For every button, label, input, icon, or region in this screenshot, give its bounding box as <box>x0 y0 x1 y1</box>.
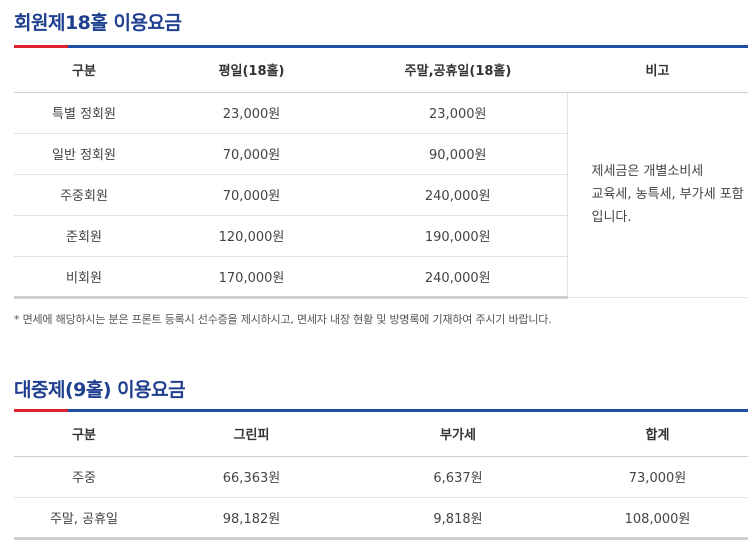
header-total: 합계 <box>567 412 748 457</box>
header-weekday: 평일(18홀) <box>154 48 349 93</box>
cell-weekend: 190,000원 <box>349 215 567 257</box>
cell-vat: 9,818원 <box>349 497 567 540</box>
cell-category: 준회원 <box>14 215 154 257</box>
header-green-fee: 그린피 <box>154 412 349 457</box>
cell-weekend: 240,000원 <box>349 256 567 299</box>
public-fee-title: 대중제(9홀) 이용요금 <box>14 379 186 401</box>
table-row: 주중 66,363원 6,637원 73,000원 <box>14 456 748 498</box>
remarks-line: 입니다. <box>591 210 632 225</box>
cell-vat: 6,637원 <box>349 456 567 498</box>
public-fee-table: 구분 그린피 부가세 합계 주중 66,363원 6,637원 73,000원 … <box>14 412 748 540</box>
cell-weekday: 70,000원 <box>154 133 349 175</box>
cell-category: 특별 정회원 <box>14 92 154 134</box>
cell-category: 주중 <box>14 456 154 498</box>
remarks-line: 교육세, 농특세, 부가세 포함 <box>591 187 744 202</box>
member-fee-title: 회원제18홀 이용요금 <box>14 12 182 34</box>
cell-total: 73,000원 <box>567 456 748 498</box>
header-weekend: 주말,공휴일(18홀) <box>349 48 567 93</box>
header-category: 구분 <box>14 48 154 93</box>
cell-total: 108,000원 <box>567 497 748 540</box>
cell-weekend: 23,000원 <box>349 92 567 134</box>
cell-weekday: 170,000원 <box>154 256 349 299</box>
cell-category: 주중회원 <box>14 174 154 216</box>
cell-category: 주말, 공휴일 <box>14 497 154 540</box>
cell-weekend: 90,000원 <box>349 133 567 175</box>
cell-weekday: 120,000원 <box>154 215 349 257</box>
remarks-cell: 제세금은 개별소비세 교육세, 농특세, 부가세 포함 입니다. <box>566 92 748 298</box>
member-fee-table: 구분 평일(18홀) 주말,공휴일(18홀) 비고 특별 정회원 23,000원… <box>14 48 748 299</box>
cell-weekend: 240,000원 <box>349 174 567 216</box>
header-remarks: 비고 <box>567 48 748 93</box>
exemption-footnote: * 면세에 해당하시는 분은 프론트 등록시 선수증을 제시하시고, 면세자 내… <box>14 313 552 326</box>
header-vat: 부가세 <box>349 412 567 457</box>
table-row: 주말, 공휴일 98,182원 9,818원 108,000원 <box>14 497 748 540</box>
table-row: 특별 정회원 23,000원 23,000원 제세금은 개별소비세 교육세, 농… <box>14 92 748 298</box>
cell-category: 일반 정회원 <box>14 133 154 175</box>
member-fee-header-row: 구분 평일(18홀) 주말,공휴일(18홀) 비고 <box>14 48 748 93</box>
cell-weekday: 23,000원 <box>154 92 349 134</box>
cell-weekday: 70,000원 <box>154 174 349 216</box>
header-category: 구분 <box>14 412 154 457</box>
cell-category: 비회원 <box>14 256 154 299</box>
public-fee-header-row: 구분 그린피 부가세 합계 <box>14 412 748 457</box>
remarks-line: 제세금은 개별소비세 <box>591 164 704 179</box>
cell-green-fee: 66,363원 <box>154 456 349 498</box>
cell-green-fee: 98,182원 <box>154 497 349 540</box>
